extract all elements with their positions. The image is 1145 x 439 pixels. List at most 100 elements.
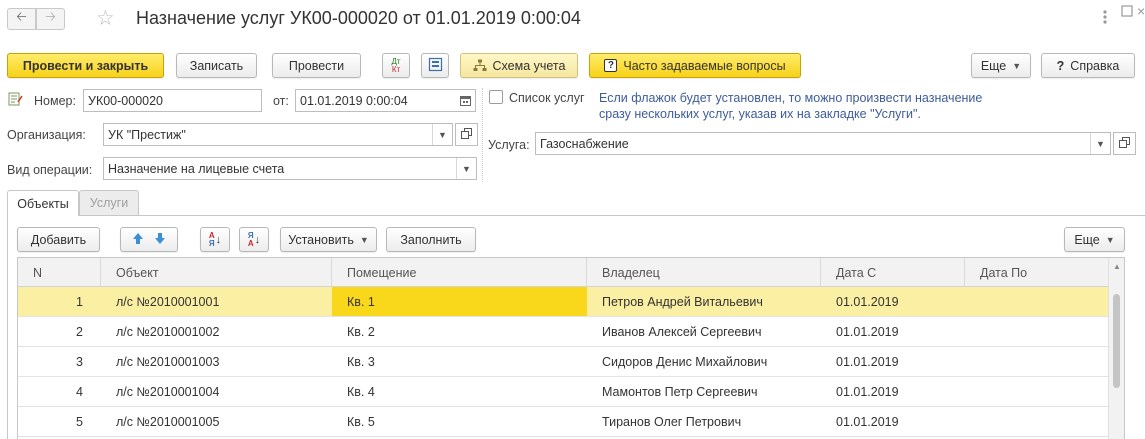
help-button[interactable]: ? Справка bbox=[1041, 53, 1135, 78]
move-down-icon[interactable] bbox=[154, 232, 166, 248]
cell-room[interactable]: Кв. 1 bbox=[332, 287, 587, 316]
services-list-checkbox[interactable] bbox=[489, 90, 503, 104]
window-title: Назначение услуг УК00-000020 от 01.01.20… bbox=[136, 8, 581, 28]
sort-descending-icon: ЯА bbox=[247, 230, 254, 248]
cell-n: 4 bbox=[76, 384, 83, 399]
organization-dropdown-icon[interactable]: ▼ bbox=[432, 124, 452, 145]
cell-date-to bbox=[965, 347, 1110, 376]
table-more-button[interactable]: Еще ▼ bbox=[1064, 227, 1125, 252]
column-header-date-to[interactable]: Дата По bbox=[965, 258, 1110, 287]
table-scrollbar[interactable]: ▲ bbox=[1108, 258, 1124, 439]
operation-type-label: Вид операции: bbox=[7, 163, 93, 177]
cell-owner: Мамонтов Петр Сергеевич bbox=[602, 384, 758, 399]
arrow-right-icon: 🡢 bbox=[45, 9, 56, 24]
cell-date-from: 01.01.2019 bbox=[836, 414, 899, 429]
structure-button[interactable] bbox=[421, 53, 449, 78]
date-label: от: bbox=[273, 94, 289, 108]
cell-n: 3 bbox=[76, 354, 83, 369]
table-row[interactable]: 2 л/с №2010001002 Кв. 2 Иванов Алексей С… bbox=[18, 317, 1110, 347]
scroll-up-icon[interactable]: ▲ bbox=[1113, 262, 1121, 271]
table-more-label: Еще bbox=[1074, 232, 1100, 247]
table-row[interactable]: 4 л/с №2010001004 Кв. 4 Мамонтов Петр Се… bbox=[18, 377, 1110, 407]
cell-n: 1 bbox=[76, 294, 83, 309]
sort-ascending-icon: АЯ bbox=[208, 230, 215, 248]
service-dropdown-icon[interactable]: ▼ bbox=[1090, 133, 1110, 154]
cell-owner: Тиранов Олег Петрович bbox=[602, 414, 742, 429]
operation-type-dropdown-icon[interactable]: ▼ bbox=[456, 158, 476, 179]
dt-kt-button[interactable]: Дт Кт bbox=[382, 53, 410, 78]
dt-kt-icon: Дт Кт bbox=[391, 56, 401, 74]
maximize-icon[interactable] bbox=[1121, 5, 1133, 20]
sort-descending-button[interactable]: Я А ↓ bbox=[239, 227, 269, 252]
service-field[interactable]: Газоснабжение ▼ bbox=[535, 132, 1111, 155]
fill-button[interactable]: Заполнить bbox=[386, 227, 476, 252]
cell-owner: Петров Андрей Витальевич bbox=[602, 294, 763, 309]
cell-date-from: 01.01.2019 bbox=[836, 384, 899, 399]
cell-date-from: 01.01.2019 bbox=[836, 354, 899, 369]
add-button[interactable]: Добавить bbox=[17, 227, 100, 252]
post-and-close-button[interactable]: Провести и закрыть bbox=[7, 53, 164, 78]
cell-n: 2 bbox=[76, 324, 83, 339]
post-button[interactable]: Провести bbox=[272, 53, 361, 78]
column-header-n[interactable]: N bbox=[18, 258, 101, 287]
tab-objects[interactable]: Объекты bbox=[7, 190, 79, 216]
table-row[interactable]: 1 л/с №2010001001 Кв. 1 Петров Андрей Ви… bbox=[18, 287, 1110, 317]
table-row[interactable]: 5 л/с №2010001005 Кв. 5 Тиранов Олег Пет… bbox=[18, 407, 1110, 437]
number-field[interactable]: УК00-000020 bbox=[83, 89, 262, 112]
favorite-star-icon[interactable]: ☆ bbox=[96, 6, 115, 31]
close-icon[interactable]: × bbox=[1137, 3, 1145, 19]
faq-label: Часто задаваемые вопросы bbox=[623, 58, 786, 73]
caret-down-icon: ▼ bbox=[1105, 234, 1115, 245]
cell-date-to bbox=[965, 287, 1110, 316]
cell-date-to bbox=[965, 317, 1110, 346]
sort-ascending-button[interactable]: А Я ↓ bbox=[200, 227, 230, 252]
back-button[interactable]: 🡠 bbox=[7, 8, 36, 30]
cell-object: л/с №2010001005 bbox=[116, 414, 220, 429]
cell-object: л/с №2010001003 bbox=[116, 354, 220, 369]
faq-button[interactable]: ? Часто задаваемые вопросы bbox=[589, 53, 801, 78]
set-button[interactable]: Установить ▼ bbox=[280, 227, 377, 252]
service-label: Услуга: bbox=[488, 138, 530, 152]
move-up-icon[interactable] bbox=[132, 232, 144, 248]
save-button[interactable]: Записать bbox=[176, 53, 257, 78]
column-header-room[interactable]: Помещение bbox=[332, 258, 587, 287]
caret-down-icon: ▼ bbox=[1012, 60, 1022, 71]
scheme-icon bbox=[473, 59, 487, 72]
date-value: 01.01.2019 0:00:04 bbox=[300, 93, 408, 108]
service-open-button[interactable] bbox=[1113, 132, 1136, 155]
forward-button[interactable]: 🡢 bbox=[36, 8, 65, 30]
service-value: Газоснабжение bbox=[540, 136, 629, 151]
cell-object: л/с №2010001004 bbox=[116, 384, 220, 399]
column-header-owner[interactable]: Владелец bbox=[587, 258, 821, 287]
question-icon: ? bbox=[604, 59, 618, 72]
caret-down-icon: ▼ bbox=[359, 234, 369, 245]
arrow-left-icon: 🡠 bbox=[16, 9, 27, 24]
cell-n: 5 bbox=[76, 414, 83, 429]
hint-line-2: сразу нескольких услуг, указав их на зак… bbox=[599, 107, 921, 121]
more-button[interactable]: Еще ▼ bbox=[971, 53, 1031, 78]
objects-table[interactable]: N Объект Помещение Владелец Дата С Дата … bbox=[17, 257, 1125, 439]
accounting-scheme-button[interactable]: Схема учета bbox=[460, 53, 578, 78]
services-list-label: Список услуг bbox=[509, 91, 585, 105]
cell-object: л/с №2010001002 bbox=[116, 324, 220, 339]
organization-open-button[interactable] bbox=[455, 123, 478, 146]
operation-type-field[interactable]: Назначение на лицевые счета ▼ bbox=[103, 157, 477, 180]
structure-icon bbox=[428, 57, 443, 75]
more-dots-icon[interactable] bbox=[1103, 9, 1107, 28]
calendar-icon[interactable] bbox=[455, 90, 475, 111]
cell-room: Кв. 2 bbox=[347, 324, 375, 339]
cell-room: Кв. 5 bbox=[347, 414, 375, 429]
tab-services[interactable]: Услуги bbox=[79, 190, 139, 215]
date-field[interactable]: 01.01.2019 0:00:04 bbox=[295, 89, 476, 112]
cell-date-to bbox=[965, 377, 1110, 406]
accounting-scheme-label: Схема учета bbox=[492, 58, 566, 73]
cell-date-to bbox=[965, 407, 1110, 436]
table-row[interactable]: 3 л/с №2010001003 Кв. 3 Сидоров Денис Ми… bbox=[18, 347, 1110, 377]
organization-field[interactable]: УК "Престиж" ▼ bbox=[103, 123, 453, 146]
scrollbar-thumb[interactable] bbox=[1113, 294, 1120, 388]
column-header-date-from[interactable]: Дата С bbox=[821, 258, 965, 287]
cell-date-from: 01.01.2019 bbox=[836, 294, 899, 309]
number-label: Номер: bbox=[34, 94, 76, 108]
column-header-object[interactable]: Объект bbox=[101, 258, 332, 287]
hint-line-1: Если флажок будет установлен, то можно п… bbox=[599, 91, 983, 105]
